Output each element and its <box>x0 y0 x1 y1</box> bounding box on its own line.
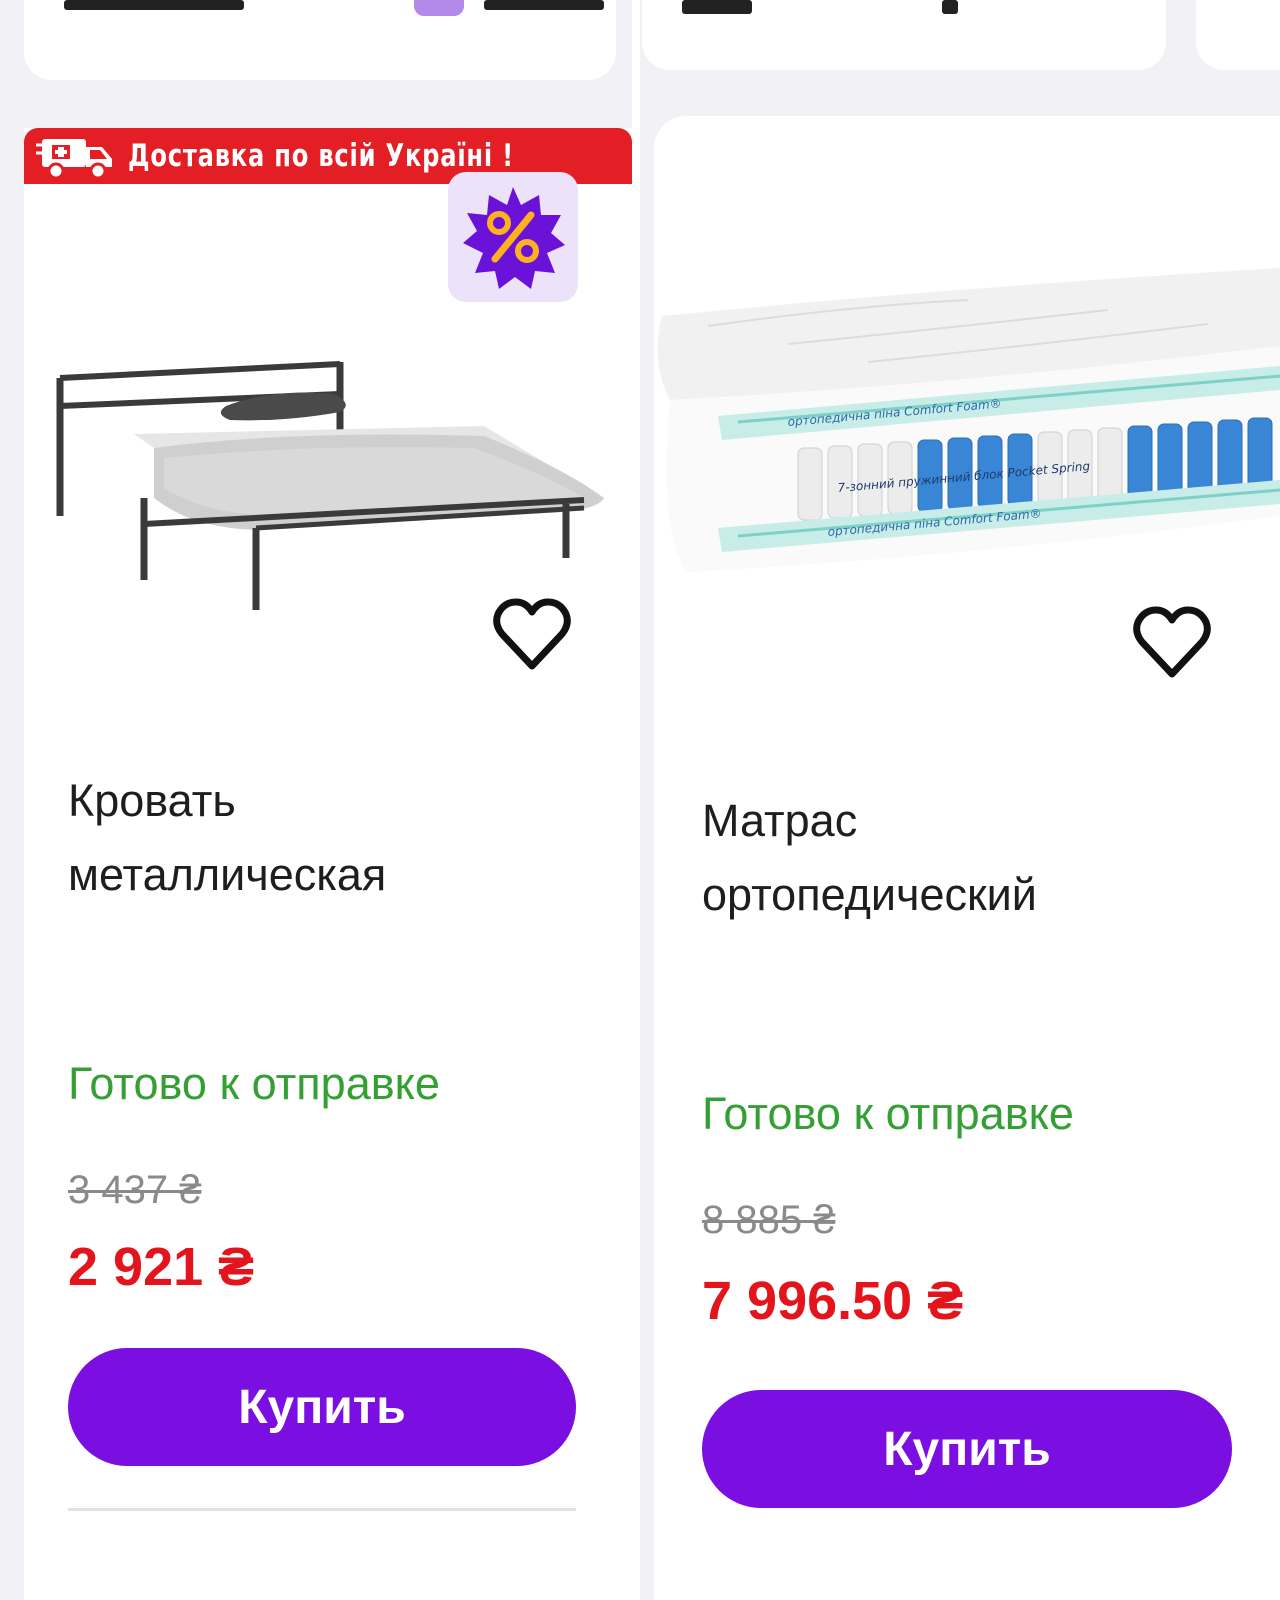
previous-card-text <box>942 0 958 14</box>
previous-card-text <box>484 0 604 10</box>
divider <box>68 1508 576 1511</box>
bed-product-image[interactable] <box>44 348 614 628</box>
previous-card-text <box>64 0 244 10</box>
stock-status: Готово к отправке <box>702 1088 1074 1139</box>
current-price: 7 996.50 ₴ <box>702 1271 964 1331</box>
percent-badge-icon <box>463 187 565 289</box>
previous-card-text <box>682 0 752 14</box>
delivery-truck-icon <box>36 139 112 180</box>
previous-card-badge <box>414 0 464 16</box>
product-title-line: Матрас <box>702 795 858 846</box>
stock-status: Готово к отправке <box>68 1058 440 1109</box>
buy-button[interactable]: Купить <box>702 1390 1232 1508</box>
heart-icon[interactable] <box>492 596 572 672</box>
product-card-bed[interactable]: Доставка по всій Україні ! Кровать метал… <box>24 128 632 1600</box>
mattress-product-image[interactable]: ортопедична піна Comfort Foam® 7-зонний … <box>648 266 1280 596</box>
previous-product-card[interactable] <box>642 0 1166 70</box>
previous-product-card[interactable] <box>1196 0 1280 70</box>
product-title-line: металлическая <box>68 849 387 900</box>
product-card-mattress[interactable]: ортопедична піна Comfort Foam® 7-зонний … <box>654 116 1280 1600</box>
discount-badge <box>448 172 578 302</box>
heart-icon[interactable] <box>1132 604 1212 680</box>
product-title[interactable]: Матрас ортопедический <box>702 784 1037 932</box>
product-title-line: Кровать <box>68 775 236 826</box>
previous-product-card[interactable] <box>24 0 616 80</box>
product-grid: Доставка по всій Україні ! Кровать метал… <box>0 0 1280 1600</box>
buy-button[interactable]: Купить <box>68 1348 576 1466</box>
delivery-banner-text: Доставка по всій Україні ! <box>128 138 514 174</box>
old-price: 3 437 ₴ <box>68 1168 202 1212</box>
product-title[interactable]: Кровать металлическая <box>68 764 386 912</box>
column-separator <box>632 0 640 1600</box>
product-title-line: ортопедический <box>702 869 1037 920</box>
old-price: 8 885 ₴ <box>702 1198 836 1242</box>
current-price: 2 921 ₴ <box>68 1237 255 1297</box>
